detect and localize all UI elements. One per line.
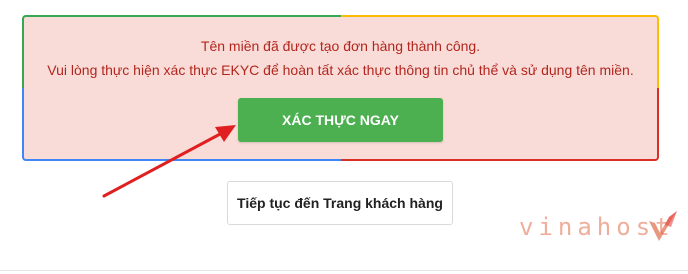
verify-now-button[interactable]: XÁC THỰC NGAY [238, 98, 443, 142]
notice-message-line1: Tên miền đã được tạo đơn hàng thành công… [200, 38, 481, 54]
vinahost-logo-icon [649, 211, 677, 241]
success-notice: Tên miền đã được tạo đơn hàng thành công… [22, 15, 659, 161]
continue-to-client-area-button[interactable]: Tiếp tục đến Trang khách hàng [227, 181, 453, 225]
notice-message-line2: Vui lòng thực hiện xác thực EKYC để hoàn… [47, 62, 634, 78]
vinahost-watermark: vinahost [519, 207, 684, 247]
footer-divider [0, 270, 688, 271]
